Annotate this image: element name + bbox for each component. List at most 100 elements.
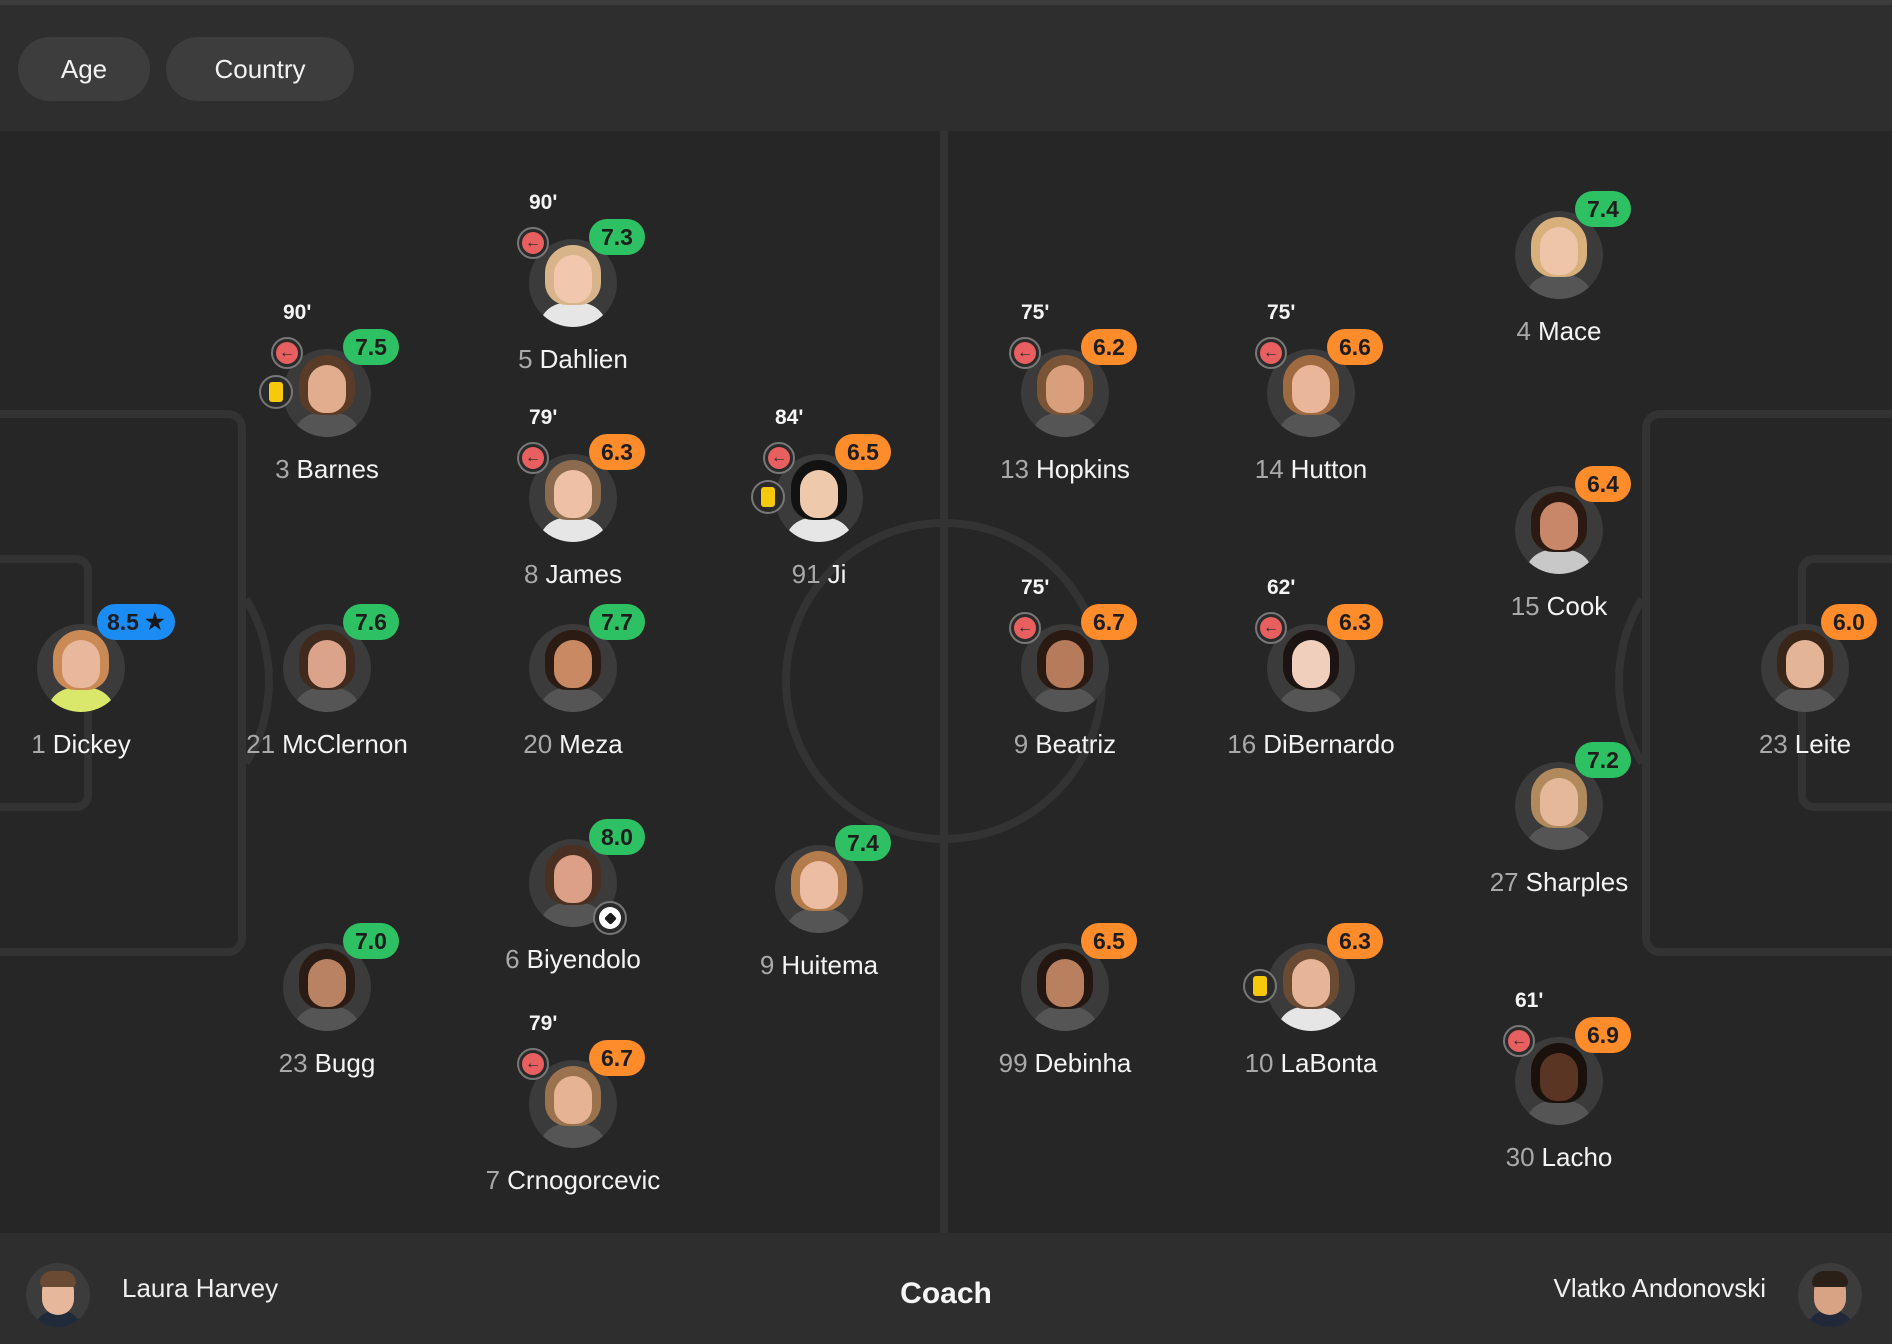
player-card[interactable]: 7.2 27 Sharples <box>1429 742 1689 912</box>
substitution-minute: 75' <box>1021 576 1050 599</box>
substituted-off-icon: ← <box>1255 612 1287 644</box>
player-card[interactable]: 8.0 6 Biyendolo <box>443 819 703 989</box>
arrow-left-icon: ← <box>768 447 790 469</box>
rating-badge: 6.7 <box>1081 604 1137 640</box>
player-card[interactable]: 6.5 99 Debinha <box>935 923 1195 1093</box>
rating-badge: 6.7 <box>589 1040 645 1076</box>
rating-value: 6.3 <box>1339 608 1371 635</box>
player-name-label: 3 Barnes <box>197 454 457 485</box>
player-card[interactable]: 6.7 79' ← 7 Crnogorcevic <box>443 1012 703 1210</box>
photo-shirt <box>785 909 853 933</box>
player-name: LaBonta <box>1280 1048 1378 1078</box>
photo-shirt <box>1277 688 1345 712</box>
country-filter-chip[interactable]: Country <box>166 37 354 101</box>
lineup-pitch: 8.5 ★ 1 Dickey 7.5 90' ← 3 Barnes 7.6 21 McClernon 7… <box>0 131 1892 1233</box>
photo-shirt <box>539 518 607 542</box>
shirt-number: 21 <box>246 729 276 759</box>
player-name: Biyendolo <box>526 944 641 974</box>
player-card[interactable]: 7.4 9 Huitema <box>689 825 949 995</box>
rating-badge: 6.5 <box>835 434 891 470</box>
substitution-minute: 90' <box>283 301 312 324</box>
player-name-label: 30 Lacho <box>1429 1142 1689 1173</box>
photo-face <box>800 861 838 909</box>
photo-face <box>554 640 592 688</box>
player-card[interactable]: 7.4 4 Mace <box>1429 191 1689 361</box>
player-card[interactable]: 6.4 15 Cook <box>1429 466 1689 636</box>
player-name-label: 23 Leite <box>1675 729 1892 760</box>
photo-face <box>1046 640 1084 688</box>
yellow-card-icon <box>1243 969 1277 1003</box>
player-card[interactable]: 6.3 62' ← 16 DiBernardo <box>1181 576 1441 774</box>
rating-badge: 7.5 <box>343 329 399 365</box>
photo-face <box>554 1076 592 1124</box>
substituted-off-icon: ← <box>271 337 303 369</box>
yellow-card-icon <box>259 375 293 409</box>
age-filter-chip[interactable]: Age <box>18 37 150 101</box>
player-card[interactable]: 6.3 10 LaBonta <box>1181 923 1441 1093</box>
player-name: Mace <box>1537 316 1602 346</box>
photo-face <box>308 365 346 413</box>
player-card[interactable]: 6.9 61' ← 30 Lacho <box>1429 989 1689 1187</box>
rating-badge: 7.7 <box>589 604 645 640</box>
player-name-label: 10 LaBonta <box>1181 1048 1441 1079</box>
substitution-minute: 62' <box>1267 576 1296 599</box>
player-card[interactable]: 6.0 23 Leite <box>1675 604 1892 774</box>
player-card[interactable]: 6.5 84' ← 91 Ji <box>689 406 949 604</box>
away-coach-name[interactable]: Vlatko Andonovski <box>1554 1273 1766 1304</box>
rating-value: 6.0 <box>1833 608 1865 635</box>
substituted-off-icon: ← <box>517 442 549 474</box>
player-name-label: 4 Mace <box>1429 316 1689 347</box>
player-name-label: 20 Meza <box>443 729 703 760</box>
shirt-number: 14 <box>1254 454 1284 484</box>
player-card[interactable]: 7.5 90' ← 3 Barnes <box>197 301 457 499</box>
coach-bar: Laura Harvey Coach Vlatko Andonovski <box>0 1233 1892 1344</box>
shirt-number: 6 <box>505 944 520 974</box>
player-name-label: 8 James <box>443 559 703 590</box>
player-name: Hopkins <box>1035 454 1130 484</box>
photo-shirt <box>293 1007 361 1031</box>
photo-shirt <box>1525 826 1593 850</box>
player-name-label: 5 Dahlien <box>443 344 703 375</box>
rating-badge: 7.4 <box>1575 191 1631 227</box>
photo-shirt <box>1277 413 1345 437</box>
player-card[interactable]: 6.2 75' ← 13 Hopkins <box>935 301 1195 499</box>
rating-badge: 6.0 <box>1821 604 1877 640</box>
player-card[interactable]: 7.6 21 McClernon <box>197 604 457 774</box>
rating-badge: 8.0 <box>589 819 645 855</box>
photo-shirt <box>1771 688 1839 712</box>
player-name: Sharples <box>1525 867 1629 897</box>
yellow-card-shape <box>761 487 775 507</box>
arrow-left-icon: ← <box>1508 1030 1530 1052</box>
rating-value: 6.4 <box>1587 470 1619 497</box>
player-name-label: 16 DiBernardo <box>1181 729 1441 760</box>
photo-shirt <box>1031 413 1099 437</box>
photo-face <box>554 255 592 303</box>
player-card[interactable]: 7.0 23 Bugg <box>197 923 457 1093</box>
player-card[interactable]: 6.6 75' ← 14 Hutton <box>1181 301 1441 499</box>
player-card[interactable]: 8.5 ★ 1 Dickey <box>0 604 211 774</box>
shirt-number: 9 <box>1013 729 1029 759</box>
player-name-label: 99 Debinha <box>935 1048 1195 1079</box>
player-name-label: 1 Dickey <box>0 729 211 760</box>
substitution-minute: 79' <box>529 406 558 429</box>
substitution-minute: 90' <box>529 191 558 214</box>
player-card[interactable]: 6.3 79' ← 8 James <box>443 406 703 604</box>
player-card[interactable]: 7.7 20 Meza <box>443 604 703 774</box>
shirt-number: 27 <box>1489 867 1519 897</box>
shirt-number: 99 <box>998 1048 1028 1078</box>
shirt-number: 5 <box>518 344 533 374</box>
player-name: Huitema <box>781 950 879 980</box>
photo-shirt <box>1031 1007 1099 1031</box>
photo-face <box>308 640 346 688</box>
shirt-number: 10 <box>1244 1048 1274 1078</box>
player-card[interactable]: 6.7 75' ← 9 Beatriz <box>935 576 1195 774</box>
away-coach-avatar[interactable] <box>1798 1263 1862 1327</box>
rating-value: 6.3 <box>601 438 633 465</box>
rating-value: 6.5 <box>1093 927 1125 954</box>
player-card[interactable]: 7.3 90' ← 5 Dahlien <box>443 191 703 389</box>
shirt-number: 20 <box>523 729 553 759</box>
rating-value: 6.7 <box>601 1044 633 1071</box>
rating-value: 6.2 <box>1093 333 1125 360</box>
player-name-label: 91 Ji <box>689 559 949 590</box>
arrow-left-icon: ← <box>1260 342 1282 364</box>
